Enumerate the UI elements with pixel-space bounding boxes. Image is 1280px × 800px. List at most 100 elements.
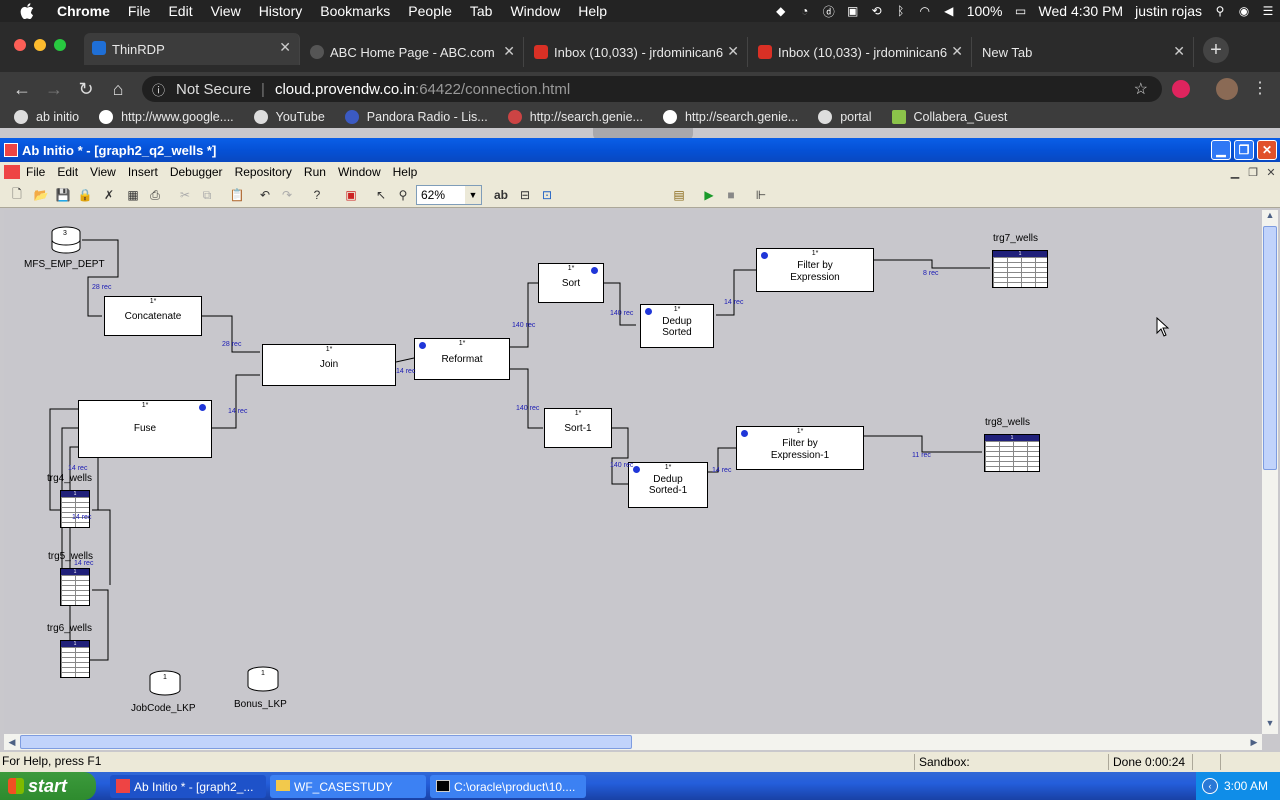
bookmark-item[interactable]: Pandora Radio - Lis...: [344, 110, 488, 124]
tab-close-icon[interactable]: ✕: [1173, 43, 1185, 60]
new-file-icon[interactable]: 🗋: [8, 186, 26, 204]
minimize-window-icon[interactable]: [34, 39, 46, 51]
new-tab-button[interactable]: +: [1203, 37, 1229, 63]
taskbar-item-ab-initio[interactable]: Ab Initio * - [graph2_...: [110, 775, 266, 798]
bookmark-item[interactable]: portal: [818, 110, 872, 124]
tab-close-icon[interactable]: ✕: [727, 43, 739, 60]
menu-window[interactable]: Window: [501, 3, 569, 19]
horizontal-scrollbar[interactable]: ◀ ▶: [4, 734, 1262, 750]
trg5-output-table[interactable]: 1: [60, 568, 90, 606]
forward-icon[interactable]: →: [42, 77, 66, 101]
component-sort-1[interactable]: 1* Sort-1: [544, 408, 612, 448]
bookmark-item[interactable]: http://search.genie...: [662, 110, 798, 124]
component-join[interactable]: 1* Join: [262, 344, 396, 386]
copy-icon[interactable]: ⧉: [198, 186, 216, 204]
scroll-left-icon[interactable]: ◀: [4, 734, 20, 750]
info-icon[interactable]: ⓘ: [152, 80, 172, 99]
close-button[interactable]: ✕: [1257, 140, 1277, 160]
siri-icon[interactable]: ◉: [1232, 0, 1256, 22]
menu-tab[interactable]: Tab: [461, 3, 502, 19]
menu-bookmarks[interactable]: Bookmarks: [311, 3, 399, 19]
open-folder-icon[interactable]: 📂: [32, 186, 50, 204]
user-name[interactable]: justin rojas: [1129, 3, 1208, 19]
paste-icon[interactable]: 📋: [228, 186, 246, 204]
menu-file[interactable]: File: [20, 165, 51, 179]
mdi-minimize-icon[interactable]: ▁: [1228, 165, 1242, 179]
select-pointer-icon[interactable]: ↖: [372, 186, 390, 204]
component-filter-by-expression[interactable]: 1* Filter by Expression: [756, 248, 874, 292]
component-concatenate[interactable]: 1* Concatenate: [104, 296, 202, 336]
cut-icon[interactable]: ✂: [176, 186, 194, 204]
extension-icon[interactable]: [1172, 80, 1190, 98]
save-icon[interactable]: 💾: [54, 186, 72, 204]
component-filter-by-expression-1[interactable]: 1* Filter by Expression-1: [736, 426, 864, 470]
tab-new-tab[interactable]: New Tab ✕: [974, 37, 1194, 67]
bookmark-item[interactable]: http://www.google....: [99, 110, 234, 124]
trg6-output-table[interactable]: 1: [60, 640, 90, 678]
phases-icon[interactable]: ⊩: [752, 186, 770, 204]
taskbar-item-folder[interactable]: WF_CASESTUDY: [270, 775, 426, 798]
apple-icon[interactable]: [16, 0, 38, 22]
scroll-down-icon[interactable]: ▼: [1262, 718, 1278, 734]
time-machine-icon[interactable]: ⟲: [865, 0, 889, 22]
table-icon[interactable]: ▦: [124, 186, 142, 204]
bookmark-item[interactable]: http://search.genie...: [507, 110, 643, 124]
horizontal-scroll-thumb[interactable]: [20, 735, 632, 749]
sandbox-icon[interactable]: ▤: [670, 186, 688, 204]
bonus-lookup-icon[interactable]: 1: [246, 666, 282, 694]
component-dedup-sorted-1[interactable]: 1* Dedup Sorted-1: [628, 462, 708, 508]
component-fuse[interactable]: 1* Fuse: [78, 400, 212, 458]
mdi-restore-icon[interactable]: ❐: [1246, 165, 1260, 179]
start-button[interactable]: start: [0, 772, 96, 800]
address-bar[interactable]: ⓘ Not Secure | cloud.provendw.co.in :644…: [142, 76, 1162, 102]
tab-close-icon[interactable]: ✕: [503, 43, 515, 60]
trg8-output-table[interactable]: 1: [984, 434, 1040, 472]
profile-avatar[interactable]: [1216, 78, 1238, 100]
scroll-up-icon[interactable]: ▲: [1262, 210, 1278, 226]
taskbar-item-cmd[interactable]: C:\oracle\product\10....: [430, 775, 586, 798]
trg7-output-table[interactable]: 1: [992, 250, 1048, 288]
tab-thinrdp[interactable]: ThinRDP ✕: [84, 33, 300, 65]
bookmark-star-icon[interactable]: ☆: [1134, 79, 1148, 99]
restore-button[interactable]: ❐: [1234, 140, 1254, 160]
jobcode-lookup-icon[interactable]: 1: [148, 670, 184, 698]
component-icon[interactable]: ▣: [342, 186, 360, 204]
tab-close-icon[interactable]: ✕: [951, 43, 963, 60]
menu-run[interactable]: Run: [298, 165, 332, 179]
redo-icon[interactable]: ↷: [278, 186, 296, 204]
stop-icon[interactable]: ■: [722, 186, 740, 204]
undo-icon[interactable]: ↶: [256, 186, 274, 204]
lock-icon[interactable]: 🔒: [76, 186, 94, 204]
vertical-scrollbar[interactable]: ▲ ▼: [1262, 210, 1278, 734]
menu-app-name[interactable]: Chrome: [48, 3, 119, 19]
menu-repository[interactable]: Repository: [229, 165, 298, 179]
spotlight-search-icon[interactable]: ⚲: [1208, 0, 1232, 22]
menu-edit[interactable]: Edit: [159, 3, 201, 19]
wifi-icon[interactable]: ◠: [913, 0, 937, 22]
bookmark-item[interactable]: Collabera_Guest: [891, 110, 1007, 124]
close-window-icon[interactable]: [14, 39, 26, 51]
notification-center-icon[interactable]: ☰: [1256, 0, 1280, 22]
menu-file[interactable]: File: [119, 3, 160, 19]
back-icon[interactable]: ←: [10, 77, 34, 101]
menu-window[interactable]: Window: [332, 165, 387, 179]
menu-debugger[interactable]: Debugger: [164, 165, 229, 179]
menu-help[interactable]: Help: [387, 165, 424, 179]
d-circle-icon[interactable]: ⓓ: [817, 0, 841, 22]
vertical-scroll-thumb[interactable]: [1263, 226, 1277, 470]
battery-percent[interactable]: 100%: [961, 3, 1009, 19]
bookmark-item[interactable]: ab initio: [14, 110, 79, 124]
mdi-close-icon[interactable]: ✕: [1264, 165, 1278, 179]
component-sort[interactable]: 1* Sort: [538, 263, 604, 303]
menu-history[interactable]: History: [250, 3, 312, 19]
menu-view[interactable]: View: [84, 165, 122, 179]
gauge-icon[interactable]: ◔: [793, 0, 817, 22]
print-icon[interactable]: ⎙: [146, 186, 164, 204]
chevron-down-icon[interactable]: ▼: [465, 186, 481, 204]
maximize-window-icon[interactable]: [54, 39, 66, 51]
tab-inbox-2[interactable]: Inbox (10,033) - jrdominican6 ✕: [750, 37, 972, 67]
menu-people[interactable]: People: [399, 3, 461, 19]
zoom-select[interactable]: 62% ▼: [416, 185, 482, 205]
mfs-dataset-icon[interactable]: 3: [50, 226, 84, 256]
menu-help[interactable]: Help: [569, 3, 616, 19]
